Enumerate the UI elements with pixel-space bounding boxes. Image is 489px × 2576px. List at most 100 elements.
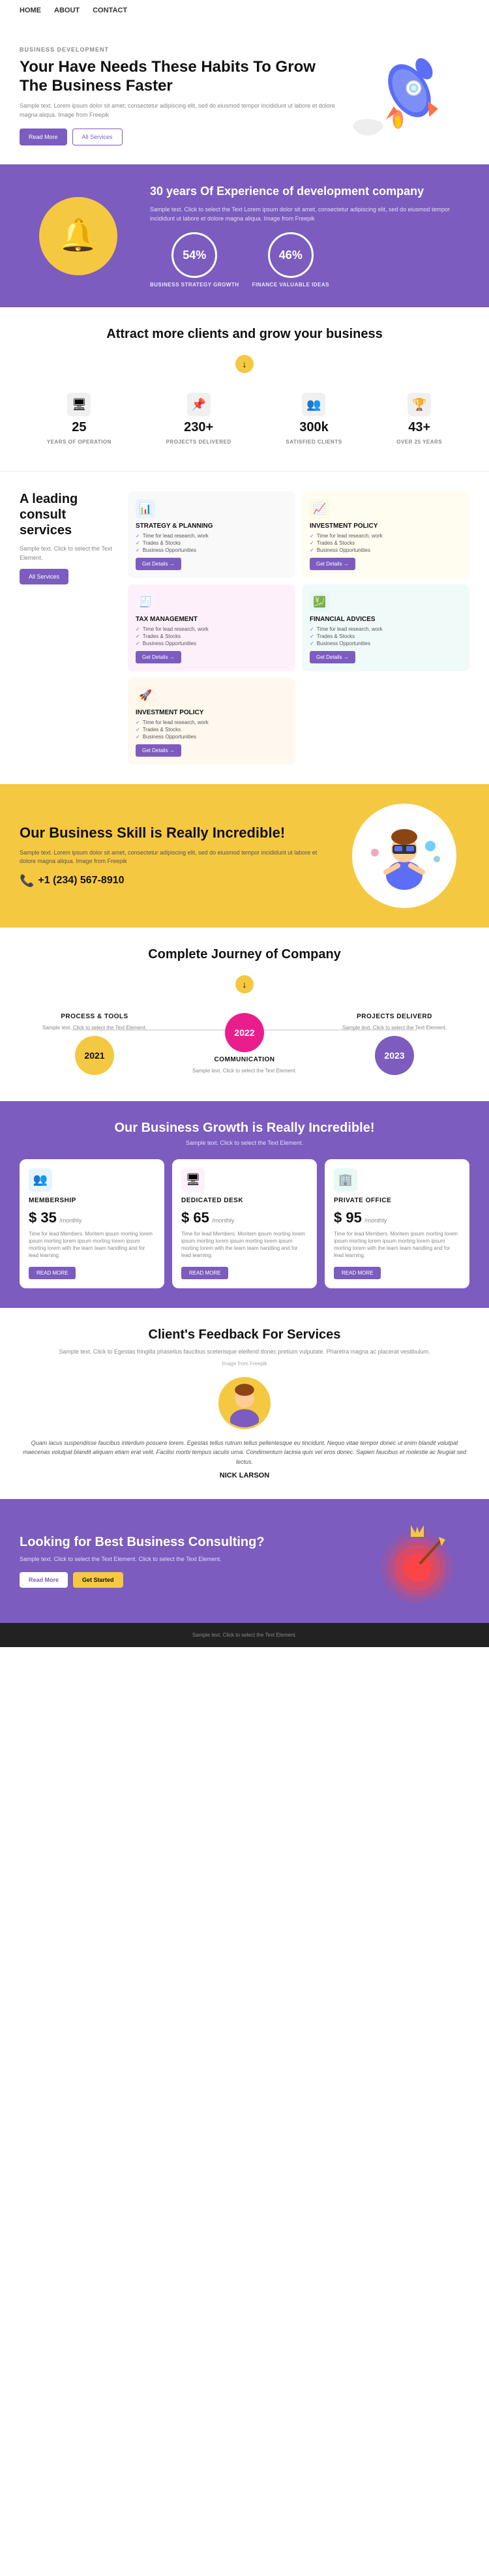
footer: Sample text. Click to select the Text El… — [0, 1623, 489, 1647]
desk-period: /monthly — [212, 1217, 234, 1224]
price-card-office: 🏢 PRIVATE OFFICE $ 95 /monthly Time for … — [325, 1159, 469, 1289]
list-item: Trades & Stocks — [310, 633, 462, 640]
exp-circle-2: 46% FINANCE VALUABLE IDEAS — [252, 232, 329, 288]
feedback-section: Client's Feedback For Services Sample te… — [0, 1308, 489, 1499]
navbar: HOME ABOUT CONTACT — [0, 0, 489, 21]
service-card-strategy: 📊 STRATEGY & PLANNING Time for lead rese… — [128, 491, 295, 578]
service-details-btn-3[interactable]: Get Details → — [136, 651, 181, 663]
skill-text: Our Business Skill is Really Incredible!… — [20, 825, 326, 887]
nav-contact[interactable]: CONTACT — [93, 7, 127, 14]
leading-section: A leading consult services Sample text. … — [0, 472, 489, 784]
footer-text: Sample text. Click to select the Text El… — [20, 1632, 469, 1638]
price-card-membership: 👥 MEMBERSHIP $ 35 /monthly Time for lead… — [20, 1159, 164, 1289]
desk-price: $ 65 /monthly — [181, 1209, 308, 1226]
list-item: Business Opportunities — [136, 640, 288, 647]
service-details-btn-1[interactable]: Get Details → — [136, 558, 181, 570]
growth-headline: Our Business Growth is Really Incredible… — [20, 1121, 469, 1136]
target-illustration — [375, 1519, 460, 1603]
client-name: NICK LARSON — [20, 1472, 469, 1479]
exp-headline: 30 years Of Experience of development co… — [150, 184, 469, 199]
office-period: /monthly — [364, 1217, 387, 1224]
service-details-btn-5[interactable]: Get Details → — [136, 744, 181, 757]
nav-home[interactable]: HOME — [20, 7, 41, 14]
service-list-1: Time for lead research, work Trades & St… — [136, 532, 288, 554]
membership-icon: 👥 — [29, 1168, 52, 1192]
service-card-title-5: INVESTMENT POLICY — [136, 709, 288, 716]
timeline-text-1: Sample text. Click to select the Text El… — [42, 1024, 147, 1031]
pricing-row: 👥 MEMBERSHIP $ 35 /monthly Time for lead… — [20, 1159, 469, 1289]
stat-over: 🏆 43+ OVER 25 YEARS — [396, 393, 442, 445]
cta-image — [365, 1519, 469, 1603]
membership-amount: $ 35 — [29, 1209, 57, 1226]
hero-desc: Sample text. Lorem ipsum dolor sit amet,… — [20, 102, 339, 119]
skill-phone: 📞 +1 (234) 567-8910 — [20, 874, 326, 888]
growth-section: Our Business Growth is Really Incredible… — [0, 1101, 489, 1309]
exp-desc: Sample text. Click to select the Text Lo… — [150, 205, 469, 223]
hero-all-services-button[interactable]: All Services — [72, 129, 123, 145]
office-desc: Time for lead Members. Moritem ipsum mor… — [334, 1230, 460, 1260]
office-read-btn[interactable]: READ MORE — [334, 1267, 381, 1279]
desk-desc: Time for lead Members. Moritem ipsum mor… — [181, 1230, 308, 1260]
experience-section: 🔔 30 years Of Experience of development … — [0, 164, 489, 307]
office-amount: $ 95 — [334, 1209, 362, 1226]
timeline-text-3: Sample text. Click to select the Text El… — [342, 1024, 447, 1031]
exp-circles: 54% BUSINESS STRATEGY GROWTH 46% FINANCE… — [150, 232, 469, 288]
leading-title: A leading consult services — [20, 491, 117, 538]
service-card-title-1: STRATEGY & PLANNING — [136, 523, 288, 530]
timeline-title-3: PROJECTS DELIVERD — [357, 1013, 432, 1020]
skill-headline: Our Business Skill is Really Incredible! — [20, 825, 326, 841]
cta-read-more-button[interactable]: Read More — [20, 1572, 68, 1588]
feedback-headline: Client's Feedback For Services — [20, 1327, 469, 1342]
exp-circle-1: 54% BUSINESS STRATEGY GROWTH — [150, 232, 239, 288]
strategy-icon: 📊 — [136, 499, 155, 519]
service-details-btn-4[interactable]: Get Details → — [310, 651, 355, 663]
exp-circle-num-2: 46% — [268, 232, 314, 278]
membership-title: MEMBERSHIP — [29, 1197, 155, 1204]
hero-label: BUSINESS DEVELOPMENT — [20, 46, 339, 53]
stat-clients: 👥 300k SATISFIED CLIENTS — [286, 393, 342, 445]
timeline-year-3: 2023 — [375, 1036, 414, 1075]
service-card-invest2: 🚀 INVESTMENT POLICY Time for lead resear… — [128, 678, 295, 765]
avatar-wrap — [20, 1377, 469, 1429]
stat-years: 🖥 25 YEARS OF OPERATION — [47, 393, 111, 445]
leading-all-services-button[interactable]: All Services — [20, 569, 68, 584]
timeline-item-2022: 2022 COMMUNICATION Sample text. Click to… — [192, 1013, 297, 1074]
list-item: Business Opportunities — [310, 640, 462, 647]
list-item: Trades & Stocks — [310, 539, 462, 547]
invest2-icon: 🚀 — [136, 686, 155, 705]
stat-over-num: 43+ — [408, 420, 430, 435]
feedback-note: Image from Freepik — [20, 1361, 469, 1367]
membership-period: /monthly — [59, 1217, 82, 1224]
leading-left: A leading consult services Sample text. … — [20, 491, 117, 765]
journey-section: Complete Journey of Company ↓ PROCESS & … — [0, 928, 489, 1100]
exp-circle-label-1: BUSINESS STRATEGY GROWTH — [150, 282, 239, 288]
timeline: PROCESS & TOOLS Sample text. Click to se… — [20, 1007, 469, 1081]
stat-over-icon: 🏆 — [408, 393, 431, 416]
cta-get-started-button[interactable]: Get Started — [73, 1572, 123, 1588]
bell-icon: 🔔 — [39, 197, 117, 275]
stat-projects-icon: 📌 — [187, 393, 211, 416]
leading-desc: Sample text. Click to select the Text El… — [20, 545, 117, 562]
stat-over-label: OVER 25 YEARS — [396, 439, 442, 445]
list-item: Time for lead research, work — [136, 532, 288, 539]
list-item: Time for lead research, work — [136, 719, 288, 726]
journey-headline: Complete Journey of Company — [20, 947, 469, 962]
vr-person-illustration — [352, 804, 456, 908]
journey-arrow-icon: ↓ — [235, 975, 254, 993]
stat-clients-label: SATISFIED CLIENTS — [286, 439, 342, 445]
membership-read-btn[interactable]: READ MORE — [29, 1267, 76, 1279]
service-list-4: Time for lead research, work Trades & St… — [310, 626, 462, 647]
nav-about[interactable]: ABOUT — [54, 7, 80, 14]
stat-clients-icon: 👥 — [302, 393, 325, 416]
stat-years-label: YEARS OF OPERATION — [47, 439, 111, 445]
service-details-btn-2[interactable]: Get Details → — [310, 558, 355, 570]
phone-number: +1 (234) 567-8910 — [38, 875, 124, 886]
skill-desc: Sample text. Lorem ipsum dolor sit amet,… — [20, 849, 326, 866]
hero-image — [339, 44, 469, 148]
list-item: Time for lead research, work — [310, 532, 462, 539]
stat-projects-label: PROJECTS DELIVERED — [166, 439, 231, 445]
desk-read-btn[interactable]: READ MORE — [181, 1267, 228, 1279]
cta-text: Looking for Best Business Consulting? Sa… — [20, 1534, 352, 1588]
hero-read-more-button[interactable]: Read More — [20, 129, 67, 145]
client-avatar — [218, 1377, 271, 1429]
